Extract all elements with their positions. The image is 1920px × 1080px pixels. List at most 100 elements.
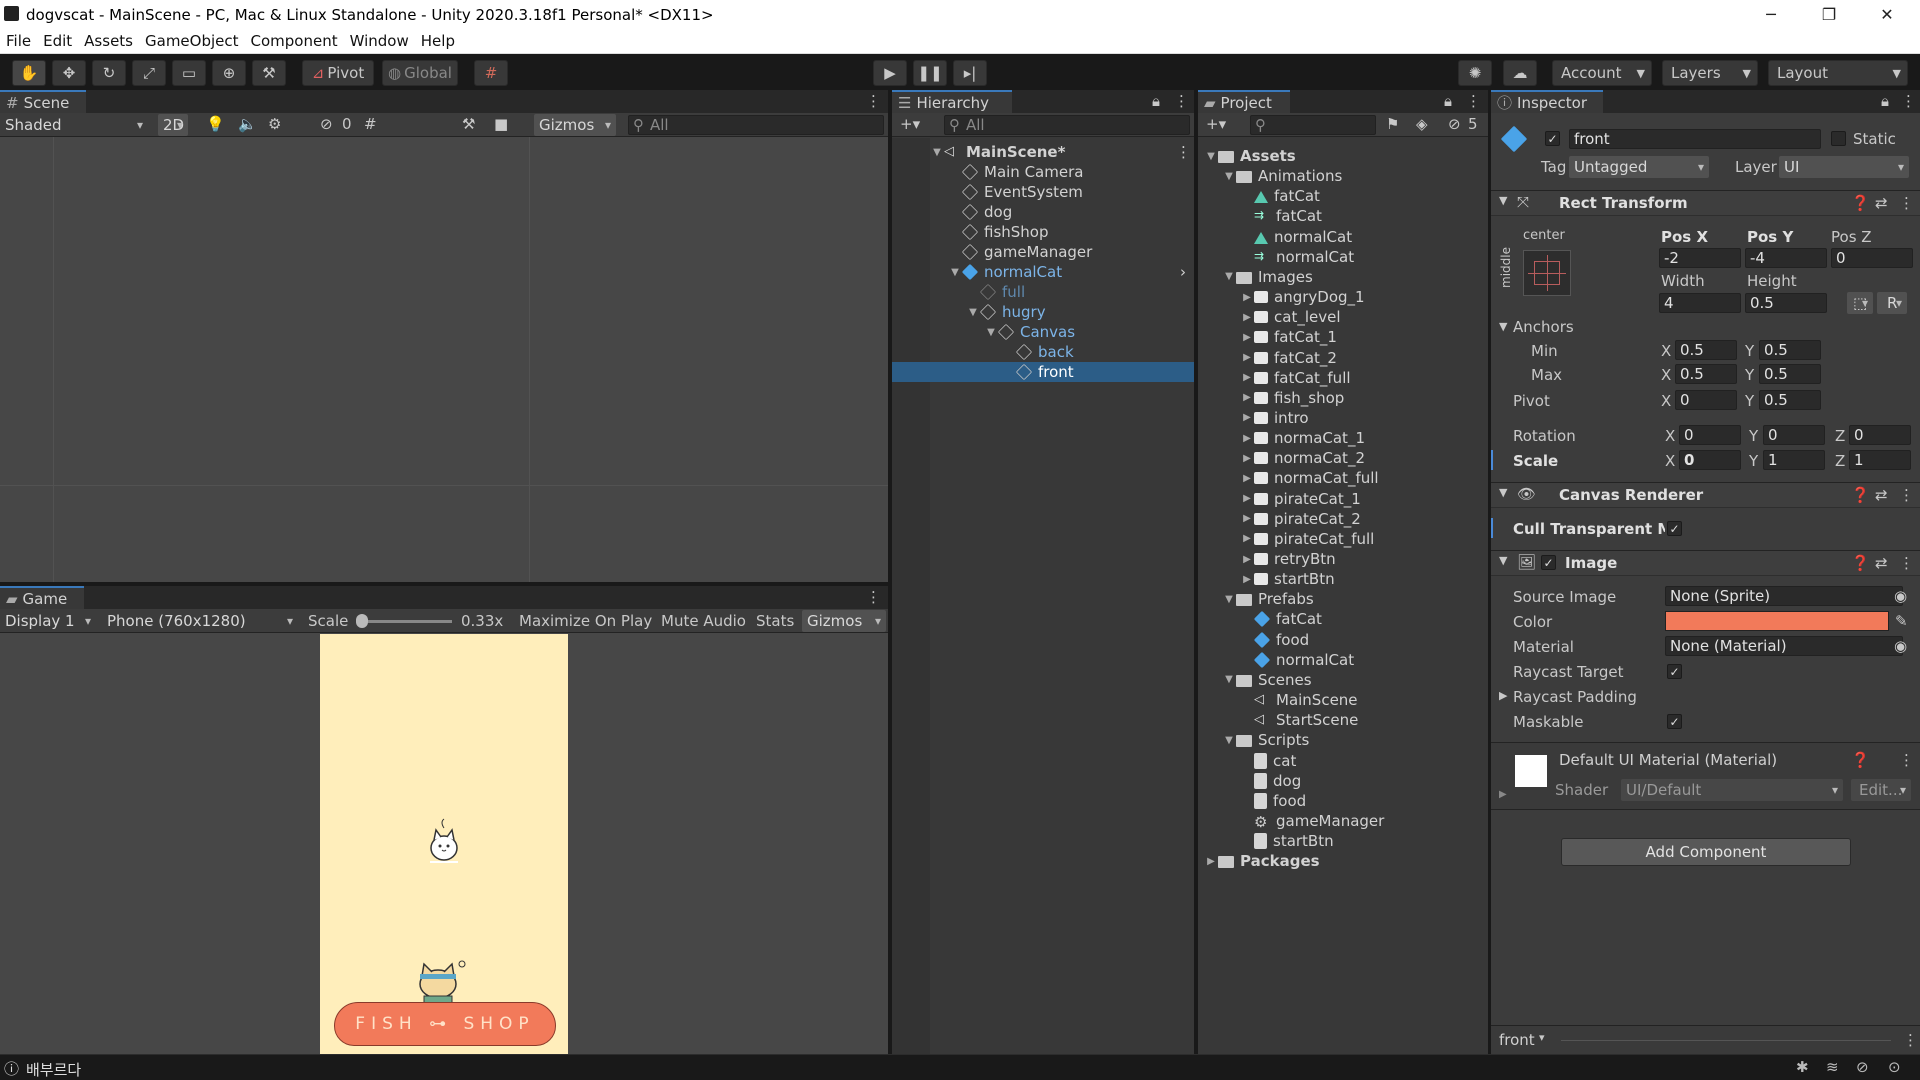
project-item[interactable]: ▼ Scenes — [1198, 670, 1488, 690]
eyedropper-icon[interactable]: ✎ — [1895, 612, 1908, 630]
expand-arrow-icon[interactable]: ▼ — [1222, 171, 1236, 182]
help-icon[interactable]: ❓ — [1851, 486, 1870, 504]
anchor-min-x-input[interactable]: 0.5 — [1675, 340, 1737, 360]
hierarchy-item[interactable]: full — [892, 282, 1194, 302]
global-toggle[interactable]: ◍ Global — [382, 60, 458, 86]
collapse-arrow-icon[interactable]: ▼ — [1499, 554, 1507, 567]
collapse-arrow-icon[interactable]: ▼ — [1499, 194, 1507, 207]
project-item[interactable]: ▼ Prefabs — [1198, 589, 1488, 609]
project-item[interactable]: ▶ fatCat_full — [1198, 368, 1488, 388]
mute-audio-toggle[interactable]: Mute Audio — [661, 612, 746, 630]
help-icon[interactable]: ❓ — [1851, 194, 1870, 212]
hierarchy-item[interactable]: ▼ normalCat › — [892, 262, 1194, 282]
preset-icon[interactable]: ⇄ — [1875, 194, 1888, 212]
project-item[interactable]: cat — [1198, 751, 1488, 771]
expand-arrow-icon[interactable]: ▶ — [1240, 513, 1254, 524]
project-item[interactable]: ⚙ gameManager — [1198, 811, 1488, 831]
hierarchy-item[interactable]: ▼ ◁ MainScene* ⋮ — [892, 142, 1194, 162]
project-item[interactable]: ▶ retryBtn — [1198, 549, 1488, 569]
project-item[interactable]: ▶ fatCat_2 — [1198, 348, 1488, 368]
tag-dropdown[interactable]: Untagged — [1569, 156, 1709, 178]
hierarchy-item[interactable]: ▼ hugry — [892, 302, 1194, 322]
scene-menu-icon[interactable]: ⋮ — [1176, 143, 1191, 161]
expand-arrow-icon[interactable]: ▼ — [1222, 674, 1236, 685]
hierarchy-item[interactable]: dog — [892, 202, 1194, 222]
stats-toggle[interactable]: Stats — [756, 612, 794, 630]
expand-arrow-icon[interactable]: ▶ — [1240, 372, 1254, 383]
help-icon[interactable]: ❓ — [1851, 751, 1870, 769]
hierarchy-item[interactable]: gameManager — [892, 242, 1194, 262]
project-item[interactable]: ▼ Animations — [1198, 166, 1488, 186]
source-image-field[interactable]: None (Sprite) — [1665, 586, 1903, 606]
anchor-max-y-input[interactable]: 0.5 — [1759, 364, 1821, 384]
pause-button[interactable]: ❚❚ — [913, 60, 947, 86]
project-item[interactable]: ▶ pirateCat_full — [1198, 529, 1488, 549]
create-asset-button[interactable]: +▾ — [1206, 115, 1226, 133]
menu-window[interactable]: Window — [350, 32, 409, 50]
add-object-button[interactable]: +▾ — [900, 115, 920, 133]
expand-arrow-icon[interactable]: ▼ — [1222, 271, 1236, 282]
step-button[interactable]: ▸| — [953, 60, 987, 86]
raw-edit-button[interactable]: R — [1877, 292, 1907, 314]
tab-inspector[interactable]: ⓘ Inspector — [1491, 90, 1603, 113]
rect-transform-header[interactable]: ▼ ⤧ Rect Transform ❓ ⇄ ⋮ — [1491, 190, 1920, 216]
expand-arrow-icon[interactable]: ▼ — [948, 267, 962, 278]
edit-shader-button[interactable]: Edit... — [1851, 779, 1911, 801]
rotation-z-input[interactable]: 0 — [1849, 425, 1911, 445]
anchor-min-y-input[interactable]: 0.5 — [1759, 340, 1821, 360]
project-item[interactable]: ▶ cat_level — [1198, 307, 1488, 327]
layers-dropdown[interactable]: Layers ▼ — [1662, 60, 1758, 86]
expand-arrow-icon[interactable]: ▶ — [1240, 433, 1254, 444]
inspector-menu-icon[interactable]: ⋮ — [1901, 92, 1916, 110]
resolution-dropdown[interactable]: Phone (760x1280) — [102, 610, 298, 632]
pivot-toggle[interactable]: ⊿ Pivot — [302, 60, 374, 86]
raycast-target-checkbox[interactable]: ✓ — [1667, 664, 1682, 679]
display-dropdown[interactable]: Display 1 — [0, 610, 96, 632]
cull-transparent-checkbox[interactable]: ✓ — [1667, 521, 1682, 536]
layout-dropdown[interactable]: Layout ▼ — [1768, 60, 1908, 86]
posx-input[interactable]: -2 — [1659, 248, 1741, 268]
scene-grid-icon[interactable]: # — [364, 115, 377, 133]
blueprint-mode-button[interactable]: ⬚ — [1847, 292, 1873, 314]
object-picker-icon[interactable]: ◉ — [1894, 637, 1907, 655]
2d-toggle[interactable]: 2D — [158, 114, 188, 136]
scene-menu-icon[interactable]: ⋮ — [866, 92, 881, 110]
pivot-x-input[interactable]: 0 — [1675, 390, 1737, 410]
game-gizmos-dropdown[interactable]: Gizmos — [802, 610, 886, 632]
move-tool-icon[interactable]: ✥ — [52, 60, 86, 86]
project-item[interactable]: ▶ angryDog_1 — [1198, 287, 1488, 307]
component-menu-icon[interactable]: ⋮ — [1899, 751, 1914, 769]
project-item[interactable]: fatCat — [1198, 186, 1488, 206]
component-menu-icon[interactable]: ⋮ — [1899, 554, 1914, 572]
gizmos-dropdown[interactable]: Gizmos — [534, 114, 616, 136]
auto-generate-icon[interactable]: ⊘ — [1856, 1058, 1869, 1076]
expand-arrow-icon[interactable]: ▼ — [984, 327, 998, 338]
status-message[interactable]: 배부르다 — [26, 1059, 81, 1080]
project-item[interactable]: ▼ Scripts — [1198, 730, 1488, 750]
menu-component[interactable]: Component — [251, 32, 338, 50]
menu-assets[interactable]: Assets — [84, 32, 133, 50]
project-item[interactable]: ▼ Assets — [1198, 146, 1488, 166]
preset-icon[interactable]: ⇄ — [1875, 554, 1888, 572]
tab-game[interactable]: ▰ Game — [0, 586, 84, 609]
lock-icon[interactable]: 🔒︎ — [1444, 92, 1452, 110]
scale-y-input[interactable]: 1 — [1763, 450, 1825, 470]
image-enabled-checkbox[interactable]: ✓ — [1541, 555, 1556, 570]
project-item[interactable]: ▶ fatCat_1 — [1198, 327, 1488, 347]
hierarchy-item[interactable]: Main Camera — [892, 162, 1194, 182]
scene-tools-icon[interactable]: ⚒ — [462, 115, 475, 133]
project-item[interactable]: ▶ normaCat_full — [1198, 468, 1488, 488]
scale-z-input[interactable]: 1 — [1849, 450, 1911, 470]
scale-tool-icon[interactable]: ⤢ — [132, 60, 166, 86]
project-item[interactable]: food — [1198, 791, 1488, 811]
filter-type-icon[interactable]: ⚑ — [1386, 115, 1399, 133]
game-screen[interactable]: FISH ⊶ SHOP — [320, 634, 568, 1054]
project-item[interactable]: ◁ MainScene — [1198, 690, 1488, 710]
expand-arrow-icon[interactable]: ▶ — [1240, 493, 1254, 504]
project-item[interactable]: ▶ normaCat_1 — [1198, 428, 1488, 448]
tab-scene[interactable]: # Scene — [0, 90, 86, 113]
play-button[interactable]: ▶ — [873, 60, 907, 86]
maximize-on-play-toggle[interactable]: Maximize On Play — [519, 612, 652, 630]
hierarchy-item[interactable]: EventSystem — [892, 182, 1194, 202]
height-input[interactable]: 0.5 — [1745, 293, 1827, 313]
